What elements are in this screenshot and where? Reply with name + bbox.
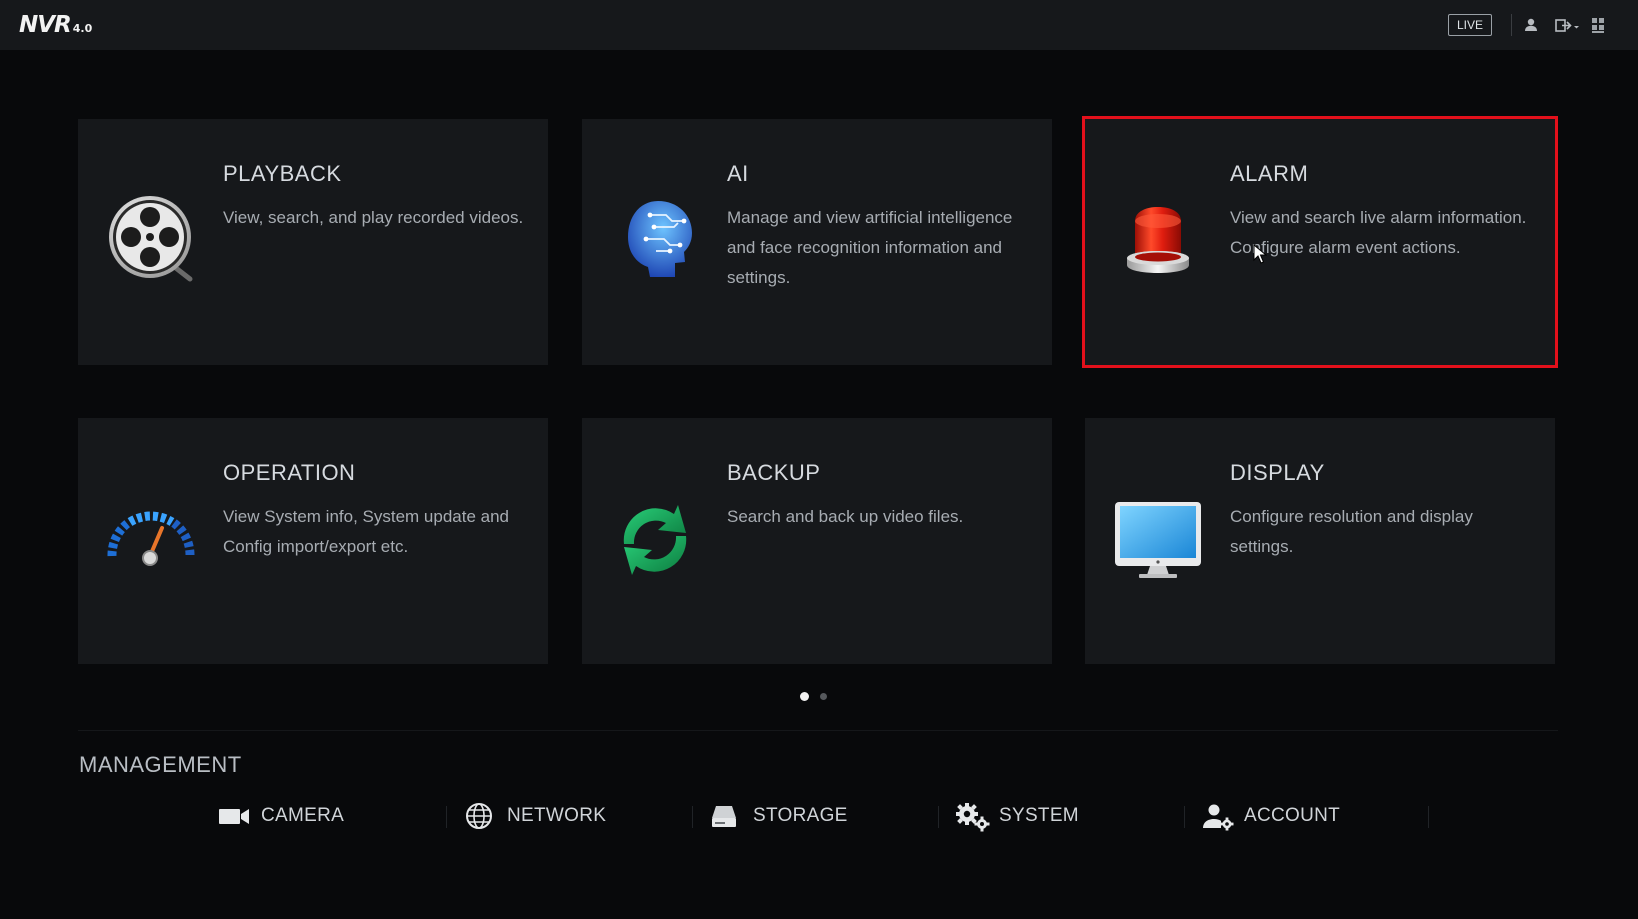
logout-icon[interactable] [1553,14,1581,36]
mouse-cursor-icon [1253,243,1268,264]
operation-card[interactable]: OPERATION View System info, System updat… [78,418,548,664]
card-title: DISPLAY [1230,460,1325,485]
nvr-logo: NVR 4.0 [19,12,93,38]
page-dot[interactable] [820,693,827,700]
top-bar: NVR 4.0 LIVE [0,0,1638,50]
section-divider [78,730,1558,731]
gears-icon [955,802,990,832]
card-title: AI [727,161,749,186]
card-description: View, search, and play recorded videos. [223,208,524,227]
card-description: Manage and view artificial intelligence … [727,208,1013,287]
card-description: View and search live alarm information. … [1230,208,1527,257]
topbar-divider [1511,14,1512,36]
alarm-card[interactable]: ALARM View and search live alarm informa… [1082,116,1558,368]
grid-menu-icon[interactable] [1588,14,1610,36]
monitor-icon [1113,494,1203,584]
alarm-light-icon [1113,195,1203,285]
camera-label: CAMERA [261,805,345,826]
film-reel-icon [106,195,196,285]
card-title: PLAYBACK [223,161,342,186]
hard-drive-icon [711,802,743,830]
management-divider [938,806,939,828]
user-settings-icon [1202,802,1234,831]
user-icon[interactable] [1520,14,1542,36]
ai-head-icon [610,195,700,285]
ai-card[interactable]: AI Manage and view artificial intelligen… [582,119,1052,365]
account-label: ACCOUNT [1244,805,1341,826]
logo-version: 4.0 [72,22,93,35]
management-divider [1184,806,1185,828]
system-label: SYSTEM [999,805,1079,826]
management-divider [692,806,693,828]
playback-card[interactable]: PLAYBACK View, search, and play recorded… [78,119,548,365]
card-title: OPERATION [223,460,356,485]
card-description: Search and back up video files. [727,507,964,526]
live-button[interactable]: LIVE [1448,14,1492,36]
management-divider [1428,806,1429,828]
management-divider [446,806,447,828]
network-label: NETWORK [507,805,607,826]
card-description: Configure resolution and display setting… [1230,507,1473,556]
storage-label: STORAGE [753,805,848,826]
card-title: BACKUP [727,460,821,485]
camera-icon [219,802,251,830]
card-title: ALARM [1230,161,1309,186]
page-dot-active[interactable] [800,692,809,701]
gauge-icon [106,494,196,584]
backup-card[interactable]: BACKUP Search and back up video files. [582,418,1052,664]
globe-icon [465,802,497,830]
management-title: MANAGEMENT [79,752,242,777]
card-description: View System info, System update and Conf… [223,507,510,556]
display-card[interactable]: DISPLAY Configure resolution and display… [1085,418,1555,664]
sync-icon [610,494,700,584]
